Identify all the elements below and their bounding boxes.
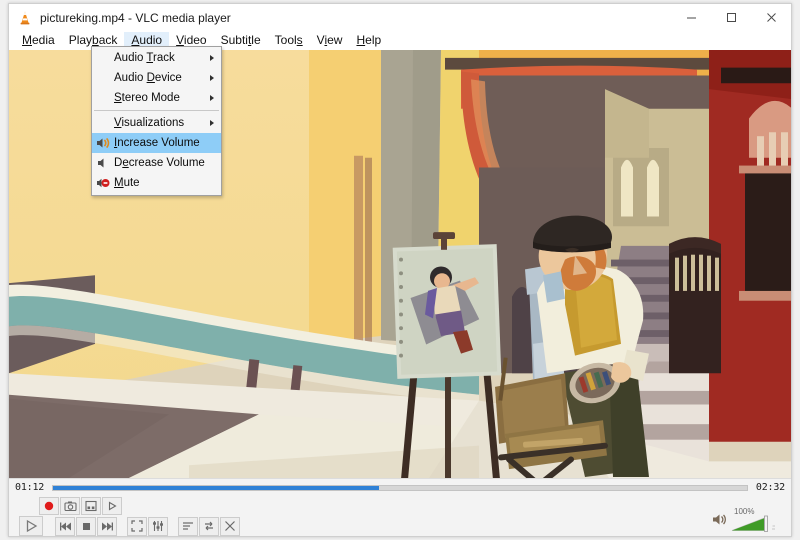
volume-slider[interactable] — [731, 515, 777, 532]
menu-label: Decrease Volume — [114, 157, 205, 169]
tool-row: 100% — [9, 496, 791, 537]
volume-speaker-icon[interactable] — [712, 512, 727, 532]
control-bar: 01:12 02:32 100% — [9, 478, 791, 536]
menu-item-visualizations[interactable]: Visualizations — [92, 113, 221, 133]
menu-item-mute[interactable]: Mute — [92, 173, 221, 193]
playlist-button[interactable] — [178, 516, 198, 536]
menu-help[interactable]: Help — [349, 32, 388, 50]
menu-item-decrease-volume[interactable]: Decrease Volume — [92, 153, 221, 173]
advanced-buttons — [39, 497, 122, 515]
shuffle-button[interactable] — [220, 516, 240, 536]
seek-row: 01:12 02:32 — [9, 479, 791, 496]
chevron-right-icon — [210, 120, 214, 126]
menu-label: Increase Volume — [114, 137, 200, 149]
audio-menu-popup[interactable]: Audio Track Audio Device Stereo Mode Vis… — [91, 46, 222, 196]
total-time: 02:32 — [755, 482, 785, 493]
menu-view[interactable]: View — [310, 32, 350, 50]
mute-icon — [96, 176, 110, 190]
menu-tools[interactable]: Tools — [268, 32, 310, 50]
prev-stop-next-group — [55, 516, 117, 536]
window-controls — [671, 4, 791, 31]
minimize-button[interactable] — [671, 4, 711, 31]
record-button[interactable] — [39, 497, 59, 515]
chevron-right-icon — [210, 75, 214, 81]
volume-down-icon — [96, 156, 110, 170]
fullscreen-button[interactable] — [127, 516, 147, 536]
menu-label: Mute — [114, 177, 140, 189]
menu-item-audio-track[interactable]: Audio Track — [92, 48, 221, 68]
stop-button[interactable] — [76, 516, 96, 536]
loop-button[interactable] — [199, 516, 219, 536]
title-bar: pictureking.mp4 - VLC media player — [9, 4, 791, 31]
elapsed-time: 01:12 — [15, 482, 45, 493]
chevron-right-icon — [210, 95, 214, 101]
volume-up-icon — [96, 136, 110, 150]
frame-by-frame-button[interactable] — [81, 497, 101, 515]
menu-media[interactable]: Media — [15, 32, 62, 50]
maximize-button[interactable] — [711, 4, 751, 31]
menu-item-stereo-mode[interactable]: Stereo Mode — [92, 88, 221, 108]
snapshot-button[interactable] — [60, 497, 80, 515]
window-title: pictureking.mp4 - VLC media player — [40, 10, 231, 25]
menu-label: Audio Device — [114, 72, 182, 84]
next-button[interactable] — [97, 516, 117, 536]
view-buttons-group — [127, 516, 168, 536]
play-button[interactable] — [19, 516, 43, 536]
transport-buttons — [19, 516, 250, 536]
extended-settings-button[interactable] — [148, 516, 168, 536]
vlc-cone-icon — [17, 10, 33, 26]
ab-loop-button[interactable] — [102, 497, 122, 515]
chevron-right-icon — [210, 55, 214, 61]
menu-label: Stereo Mode — [114, 92, 180, 104]
menu-label: Visualizations — [114, 117, 185, 129]
playlist-buttons-group — [178, 516, 240, 536]
close-button[interactable] — [751, 4, 791, 31]
menu-item-increase-volume[interactable]: Increase Volume — [92, 133, 221, 153]
menu-item-audio-device[interactable]: Audio Device — [92, 68, 221, 88]
menu-separator — [94, 110, 219, 111]
seek-bar[interactable] — [52, 484, 748, 491]
seek-bar-fill — [53, 485, 380, 490]
menu-label: Audio Track — [114, 52, 175, 64]
screen: pictureking.mp4 - VLC media player Media… — [0, 0, 800, 540]
previous-button[interactable] — [55, 516, 75, 536]
volume-control[interactable]: 100% — [712, 507, 777, 532]
